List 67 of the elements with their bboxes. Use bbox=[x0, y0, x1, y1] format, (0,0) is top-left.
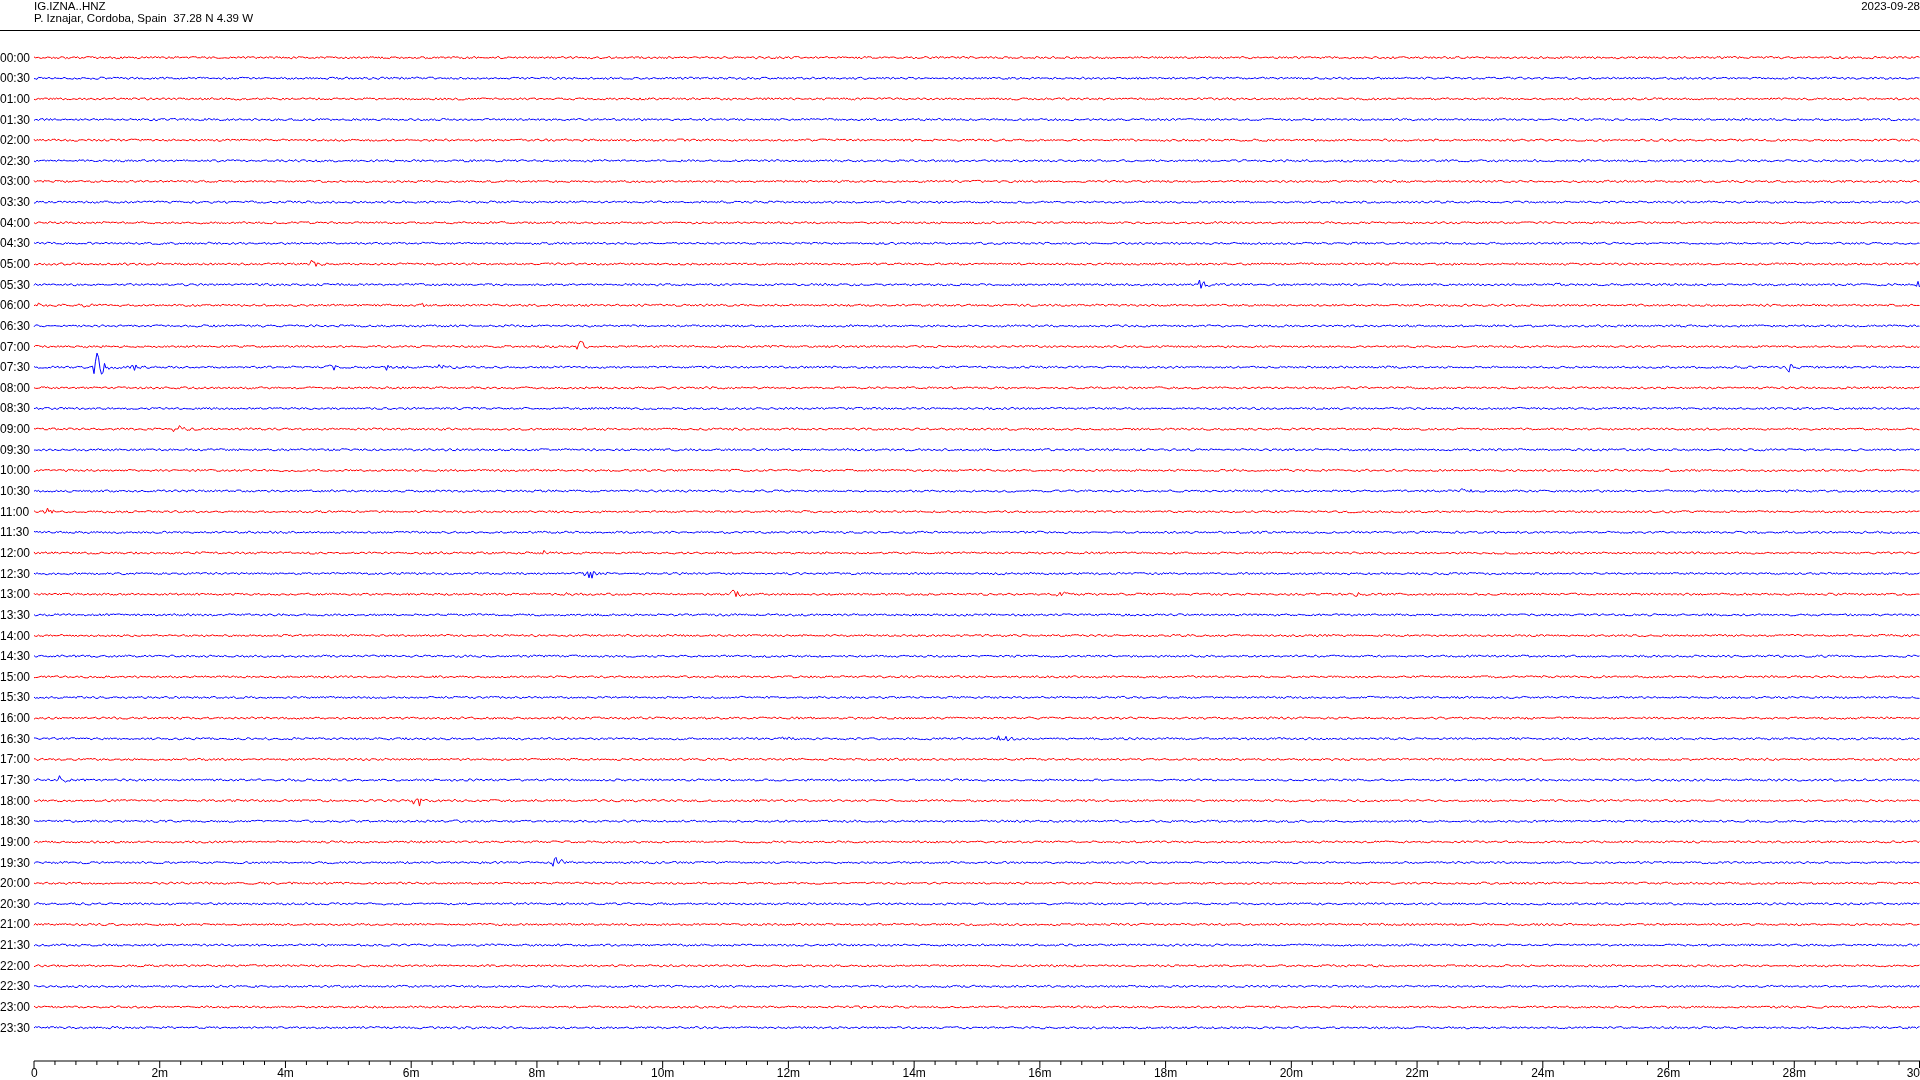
time-label: 12:00 bbox=[0, 545, 31, 560]
time-label: 07:00 bbox=[0, 339, 31, 354]
time-label: 17:00 bbox=[0, 752, 31, 767]
time-label: 08:30 bbox=[0, 401, 31, 416]
axis-label: 0 bbox=[31, 1066, 38, 1080]
time-label: 18:00 bbox=[0, 793, 31, 808]
axis-label: 18m bbox=[1153, 1066, 1178, 1080]
time-label: 06:00 bbox=[0, 298, 31, 313]
time-label: 13:30 bbox=[0, 607, 31, 622]
time-label: 16:30 bbox=[0, 731, 31, 746]
axis-label: 28m bbox=[1782, 1066, 1806, 1080]
time-label: 19:00 bbox=[0, 834, 31, 849]
time-label: 23:30 bbox=[0, 1020, 31, 1035]
time-label: 03:30 bbox=[0, 195, 31, 210]
time-label: 20:30 bbox=[0, 896, 31, 911]
time-label: 06:30 bbox=[0, 318, 31, 333]
axis-label: 10m bbox=[651, 1066, 675, 1080]
time-label: 15:30 bbox=[0, 690, 31, 705]
time-label: 19:30 bbox=[0, 855, 31, 870]
time-label: 02:30 bbox=[0, 153, 31, 168]
time-label: 10:00 bbox=[0, 463, 31, 478]
time-label: 01:00 bbox=[0, 91, 31, 106]
time-label: 09:30 bbox=[0, 442, 31, 457]
time-label: 11:30 bbox=[0, 525, 30, 540]
axis-label: 12m bbox=[776, 1066, 801, 1080]
time-label: 17:30 bbox=[0, 773, 31, 787]
axis-label: 16m bbox=[1028, 1066, 1052, 1080]
time-label: 20:00 bbox=[0, 876, 31, 891]
time-label: 21:30 bbox=[0, 938, 31, 953]
axis-label: 24m bbox=[1531, 1066, 1555, 1080]
time-label: 05:30 bbox=[0, 277, 31, 292]
date-label: 2023-09-28 bbox=[1861, 0, 1920, 12]
time-label: 18:30 bbox=[0, 814, 31, 829]
axis-label: 8m bbox=[528, 1066, 546, 1080]
axis-label: 20m bbox=[1279, 1066, 1303, 1080]
time-label: 21:00 bbox=[0, 917, 31, 932]
axis-label: 14m bbox=[902, 1066, 926, 1080]
axis-label: 22m bbox=[1405, 1066, 1429, 1080]
time-label: 23:00 bbox=[0, 1000, 31, 1015]
time-label: 00:30 bbox=[0, 71, 31, 86]
time-label: 02:00 bbox=[0, 133, 31, 148]
time-label: 12:30 bbox=[0, 566, 31, 581]
time-label: 22:00 bbox=[0, 958, 31, 973]
time-label: 14:30 bbox=[0, 649, 31, 664]
time-label: 08:00 bbox=[0, 380, 31, 395]
time-label: 15:00 bbox=[0, 669, 31, 684]
station-code: IG.IZNA..HNZ bbox=[34, 0, 107, 12]
time-label: 16:00 bbox=[0, 711, 31, 726]
time-label: 04:00 bbox=[0, 215, 31, 230]
time-label: 00:00 bbox=[0, 50, 31, 65]
time-label: 10:30 bbox=[0, 484, 31, 499]
time-label: 22:30 bbox=[0, 979, 31, 994]
time-label: 04:30 bbox=[0, 236, 31, 251]
axis-label: 2m bbox=[151, 1066, 169, 1080]
time-label: 03:00 bbox=[0, 174, 31, 189]
axis-label: 6m bbox=[402, 1066, 420, 1080]
time-label: 11:00 bbox=[0, 504, 30, 519]
time-label: 09:00 bbox=[0, 422, 31, 437]
station-location: P. Iznajar, Cordoba, Spain 37.28 N 4.39 W bbox=[34, 12, 254, 24]
axis-label: 26m bbox=[1656, 1066, 1681, 1080]
time-label: 13:00 bbox=[0, 587, 31, 602]
axis-label: 4m bbox=[277, 1066, 294, 1080]
time-label: 01:30 bbox=[0, 112, 31, 127]
axis-label: 30 bbox=[1906, 1066, 1920, 1080]
time-label: 05:00 bbox=[0, 257, 31, 271]
time-label: 07:30 bbox=[0, 360, 31, 375]
time-label: 14:00 bbox=[0, 628, 31, 643]
